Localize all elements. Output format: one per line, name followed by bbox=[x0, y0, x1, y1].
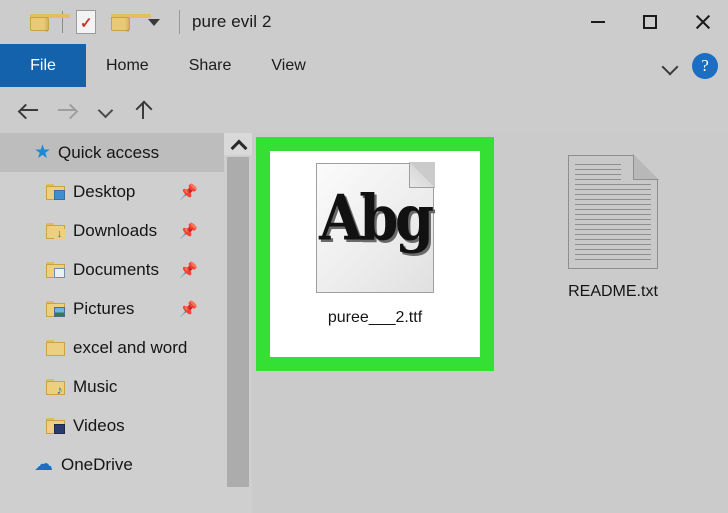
sidebar-item-label: Videos bbox=[73, 416, 125, 436]
folder-documents-icon bbox=[46, 262, 65, 278]
tab-share[interactable]: Share bbox=[169, 44, 252, 87]
file-name-label: puree___2.ttf bbox=[328, 309, 422, 327]
file-item-readme[interactable]: README.txt bbox=[514, 137, 712, 371]
help-icon[interactable]: ? bbox=[692, 53, 718, 79]
sidebar-item-documents[interactable]: Documents 📌 bbox=[0, 250, 224, 289]
folder-pictures-icon bbox=[46, 301, 65, 317]
window-controls bbox=[572, 0, 728, 44]
back-button[interactable] bbox=[12, 93, 46, 127]
sidebar-item-label: excel and word bbox=[73, 338, 187, 358]
ribbon-tabs: File Home Share View bbox=[0, 44, 728, 87]
navigation-pane: ★ Quick access Desktop 📌 ↓ Downloads 📌 bbox=[0, 133, 224, 513]
chevron-up-icon bbox=[232, 138, 244, 150]
minimize-icon bbox=[591, 21, 605, 23]
sidebar-item-pictures[interactable]: Pictures 📌 bbox=[0, 289, 224, 328]
customize-caret-icon[interactable] bbox=[137, 7, 171, 37]
pin-icon[interactable]: 📌 bbox=[179, 183, 198, 201]
close-icon bbox=[694, 14, 710, 30]
close-button[interactable] bbox=[676, 0, 728, 44]
pin-icon[interactable]: 📌 bbox=[179, 222, 198, 240]
sidebar-item-label: Downloads bbox=[73, 221, 157, 241]
properties-icon[interactable]: ✓ bbox=[69, 7, 103, 37]
sidebar-item-videos[interactable]: Videos bbox=[0, 406, 224, 445]
folder-videos-icon bbox=[46, 418, 65, 434]
minimize-button[interactable] bbox=[572, 0, 624, 44]
sidebar-item-excel-and-word[interactable]: excel and word bbox=[0, 328, 224, 367]
up-button[interactable] bbox=[126, 93, 160, 127]
cloud-icon: ☁ bbox=[34, 455, 53, 474]
font-preview-text: Abg bbox=[309, 187, 441, 250]
sidebar-item-downloads[interactable]: ↓ Downloads 📌 bbox=[0, 211, 224, 250]
pin-icon[interactable]: 📌 bbox=[179, 300, 198, 318]
folder-icon[interactable] bbox=[22, 7, 56, 37]
font-file-icon: Abg bbox=[316, 163, 434, 293]
maximize-icon bbox=[643, 15, 657, 29]
tab-file[interactable]: File bbox=[0, 44, 86, 87]
file-list-pane[interactable]: Abg puree___2.ttf bbox=[252, 133, 728, 513]
text-file-icon bbox=[568, 155, 658, 269]
window-title: pure evil 2 bbox=[192, 12, 272, 32]
ribbon-right-controls: ? bbox=[662, 44, 718, 87]
address-bar: ❯ pure-evi... ❯ pure evil 2 Search pure.… bbox=[0, 87, 728, 133]
sidebar-scrollbar[interactable] bbox=[224, 133, 252, 513]
sidebar-item-label: Pictures bbox=[73, 299, 134, 319]
file-name-label: README.txt bbox=[568, 283, 658, 301]
caret-down-glyph bbox=[148, 19, 160, 26]
quick-access-toolbar: ✓ pure evil 2 bbox=[0, 7, 272, 37]
folder-downloads-icon: ↓ bbox=[46, 223, 65, 239]
forward-button bbox=[50, 93, 84, 127]
sidebar-item-label: Desktop bbox=[73, 182, 135, 202]
scrollbar-thumb[interactable] bbox=[227, 157, 249, 487]
pin-icon[interactable]: 📌 bbox=[179, 261, 198, 279]
scroll-up-button[interactable] bbox=[224, 133, 252, 155]
folder-music-icon: ♪ bbox=[46, 379, 65, 395]
sidebar-item-music[interactable]: ♪ Music bbox=[0, 367, 224, 406]
folder-glyph bbox=[30, 14, 49, 31]
new-folder-icon[interactable] bbox=[103, 7, 137, 37]
new-folder-glyph bbox=[111, 14, 130, 31]
maximize-button[interactable] bbox=[624, 0, 676, 44]
explorer-body: ★ Quick access Desktop 📌 ↓ Downloads 📌 bbox=[0, 133, 728, 513]
sidebar-item-label: OneDrive bbox=[61, 455, 133, 475]
title-divider bbox=[179, 10, 180, 34]
tab-view[interactable]: View bbox=[251, 44, 325, 87]
sidebar-item-label: Music bbox=[73, 377, 117, 397]
file-explorer-window: ✓ pure evil 2 File Home Share bbox=[0, 0, 728, 513]
file-item-font[interactable]: Abg puree___2.ttf bbox=[256, 137, 494, 371]
recent-locations-button[interactable] bbox=[88, 93, 122, 127]
arrow-up-icon bbox=[134, 101, 152, 119]
document-check-glyph: ✓ bbox=[76, 10, 96, 34]
folder-desktop-icon bbox=[46, 184, 65, 200]
ribbon-bar: File Home Share View ? bbox=[0, 44, 728, 87]
sidebar-item-quick-access[interactable]: ★ Quick access bbox=[0, 133, 224, 172]
tab-home[interactable]: Home bbox=[86, 44, 169, 87]
arrow-left-icon bbox=[19, 102, 39, 118]
folder-icon bbox=[46, 340, 65, 356]
file-item-inner: Abg puree___2.ttf bbox=[270, 151, 480, 357]
sidebar-item-desktop[interactable]: Desktop 📌 bbox=[0, 172, 224, 211]
chevron-down-icon bbox=[98, 103, 112, 117]
navigation-buttons bbox=[12, 87, 160, 133]
title-bar: ✓ pure evil 2 bbox=[0, 0, 728, 44]
sidebar-item-label: Documents bbox=[73, 260, 159, 280]
sidebar-item-onedrive[interactable]: ☁ OneDrive bbox=[0, 445, 224, 484]
sidebar-item-label: Quick access bbox=[58, 143, 159, 163]
chevron-down-icon[interactable] bbox=[662, 58, 678, 74]
arrow-right-icon bbox=[57, 102, 77, 118]
star-icon: ★ bbox=[34, 143, 51, 162]
